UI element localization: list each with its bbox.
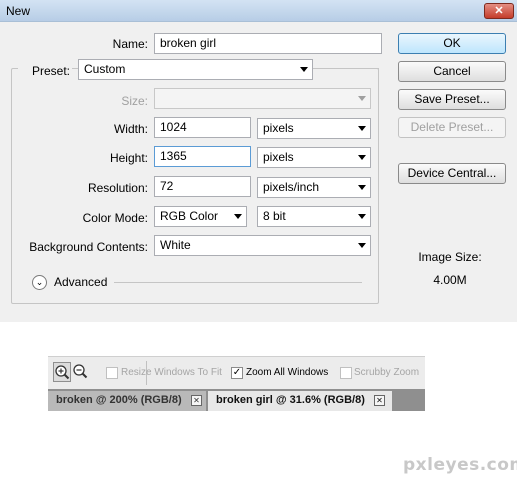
width-label: Width: xyxy=(113,122,148,136)
background-contents-label: Background Contents: xyxy=(29,240,148,254)
chevron-down-icon xyxy=(358,96,366,101)
height-label: Height: xyxy=(109,151,148,165)
chevron-down-icon xyxy=(300,67,308,72)
zoom-out-icon xyxy=(73,364,88,379)
height-unit-value: pixels xyxy=(263,150,294,164)
width-unit-value: pixels xyxy=(263,121,294,135)
resolution-unit-value: pixels/inch xyxy=(263,180,320,194)
chevron-down-icon xyxy=(358,185,366,190)
preset-label: Preset: xyxy=(18,64,72,78)
zoom-options-bar: Resize Windows To Fit ✓ Zoom All Windows… xyxy=(48,356,425,389)
resolution-label: Resolution: xyxy=(87,181,148,195)
chevron-down-icon xyxy=(358,243,366,248)
chevron-down-icon xyxy=(358,155,366,160)
document-tab-active[interactable]: broken girl @ 31.6% (RGB/8) ✕ xyxy=(208,391,392,411)
width-field[interactable]: 1024 xyxy=(154,117,251,138)
size-label: Size: xyxy=(121,94,148,108)
dialog-title: New xyxy=(6,4,31,18)
color-mode-select[interactable]: RGB Color xyxy=(154,206,247,227)
delete-preset-button[interactable]: Delete Preset... xyxy=(398,117,506,138)
zoom-all-windows-checkbox[interactable]: ✓ xyxy=(231,367,243,379)
save-preset-button[interactable]: Save Preset... xyxy=(398,89,506,110)
zoom-in-button[interactable] xyxy=(53,362,71,382)
name-field[interactable]: broken girl xyxy=(154,33,382,54)
width-unit-select[interactable]: pixels xyxy=(257,118,371,139)
height-field[interactable]: 1365 xyxy=(154,146,251,167)
zoom-in-icon xyxy=(55,365,70,380)
zoom-all-windows-label: Zoom All Windows xyxy=(246,367,329,378)
size-select[interactable] xyxy=(154,88,371,109)
resolution-field[interactable]: 72 xyxy=(154,176,251,197)
background-contents-value: White xyxy=(160,238,191,252)
resize-windows-checkbox[interactable] xyxy=(106,367,118,379)
document-tab-bar: broken @ 200% (RGB/8) ✕ broken girl @ 31… xyxy=(48,389,425,411)
group-divider xyxy=(320,68,379,69)
color-mode-value: RGB Color xyxy=(160,209,219,223)
title-bar[interactable]: New ✕ xyxy=(0,0,517,22)
height-unit-select[interactable]: pixels xyxy=(257,147,371,168)
scrubby-zoom-checkbox[interactable] xyxy=(340,367,352,379)
image-size-label: Image Size: xyxy=(418,250,482,264)
close-icon[interactable]: ✕ xyxy=(374,395,385,406)
color-mode-label: Color Mode: xyxy=(82,211,148,225)
preset-select[interactable]: Custom xyxy=(78,59,313,80)
chevron-down-icon xyxy=(234,214,242,219)
chevron-down-icon xyxy=(358,214,366,219)
advanced-label[interactable]: Advanced xyxy=(54,275,107,289)
watermark: pxleyes.com xyxy=(403,455,517,475)
document-tab[interactable]: broken @ 200% (RGB/8) ✕ xyxy=(48,391,206,411)
tab-label: broken girl @ 31.6% (RGB/8) xyxy=(216,394,365,406)
expand-advanced-icon[interactable]: ⌄ xyxy=(32,275,47,290)
chevron-down-icon xyxy=(358,126,366,131)
device-central-button[interactable]: Device Central... xyxy=(398,163,506,184)
bit-depth-value: 8 bit xyxy=(263,209,286,223)
bit-depth-select[interactable]: 8 bit xyxy=(257,206,371,227)
advanced-divider xyxy=(114,282,362,283)
scrubby-zoom-label: Scrubby Zoom xyxy=(354,367,420,378)
preset-value: Custom xyxy=(84,62,126,76)
background-contents-select[interactable]: White xyxy=(154,235,371,256)
image-size-value: 4.00M xyxy=(433,273,467,287)
resize-windows-label: Resize Windows To Fit xyxy=(121,367,222,378)
close-icon[interactable]: ✕ xyxy=(191,395,202,406)
resolution-unit-select[interactable]: pixels/inch xyxy=(257,177,371,198)
ok-button[interactable]: OK xyxy=(398,33,506,54)
tab-label: broken @ 200% (RGB/8) xyxy=(56,394,182,406)
close-button[interactable]: ✕ xyxy=(484,3,514,19)
new-document-dialog: New ✕ Name: broken girl Preset: Custom S… xyxy=(0,0,517,322)
cancel-button[interactable]: Cancel xyxy=(398,61,506,82)
zoom-out-button[interactable] xyxy=(72,362,90,382)
name-label: Name: xyxy=(112,37,148,51)
